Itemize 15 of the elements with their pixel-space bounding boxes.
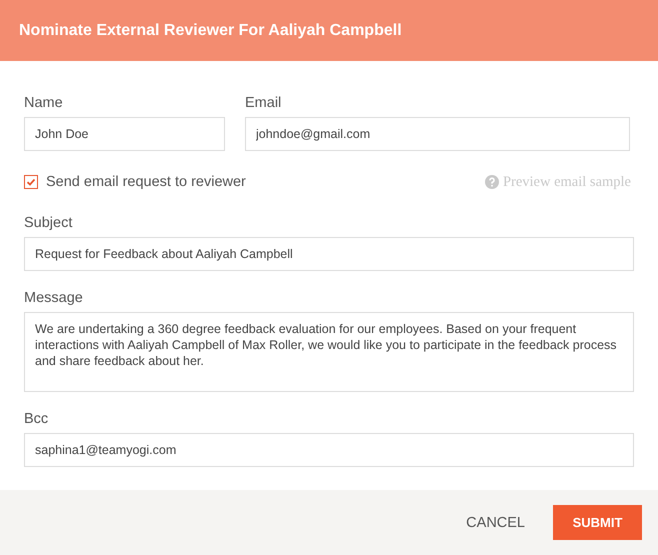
name-field[interactable]: John Doe xyxy=(24,117,225,151)
field-label: Name xyxy=(24,94,63,112)
help-icon xyxy=(484,175,499,189)
cancel-button[interactable]: CANCEL xyxy=(466,506,525,538)
field-label: Bcc xyxy=(24,410,48,428)
bcc-field[interactable]: saphina1@teamyogi.com xyxy=(24,433,634,467)
email-field[interactable]: johndoe@gmail.com xyxy=(245,117,630,151)
field-label: Message xyxy=(24,289,83,307)
checkbox-label: Send email request to reviewer xyxy=(46,174,246,190)
dialog-title: Nominate External Reviewer For Aaliyah Campbell xyxy=(19,22,402,40)
message-field[interactable]: We are undertaking a 360 degree feedback evaluation for our employees. Based on your frequent interactions with Aaliyah Campbell of Max Roller, we would like you to participate in the feedback process and share feedback about her. xyxy=(24,312,634,392)
checkbox[interactable] xyxy=(24,175,38,189)
field-label: Subject xyxy=(24,214,72,232)
field-label: Email xyxy=(245,94,282,112)
subject-field[interactable]: Request for Feedback about Aaliyah Campbell xyxy=(24,237,634,271)
